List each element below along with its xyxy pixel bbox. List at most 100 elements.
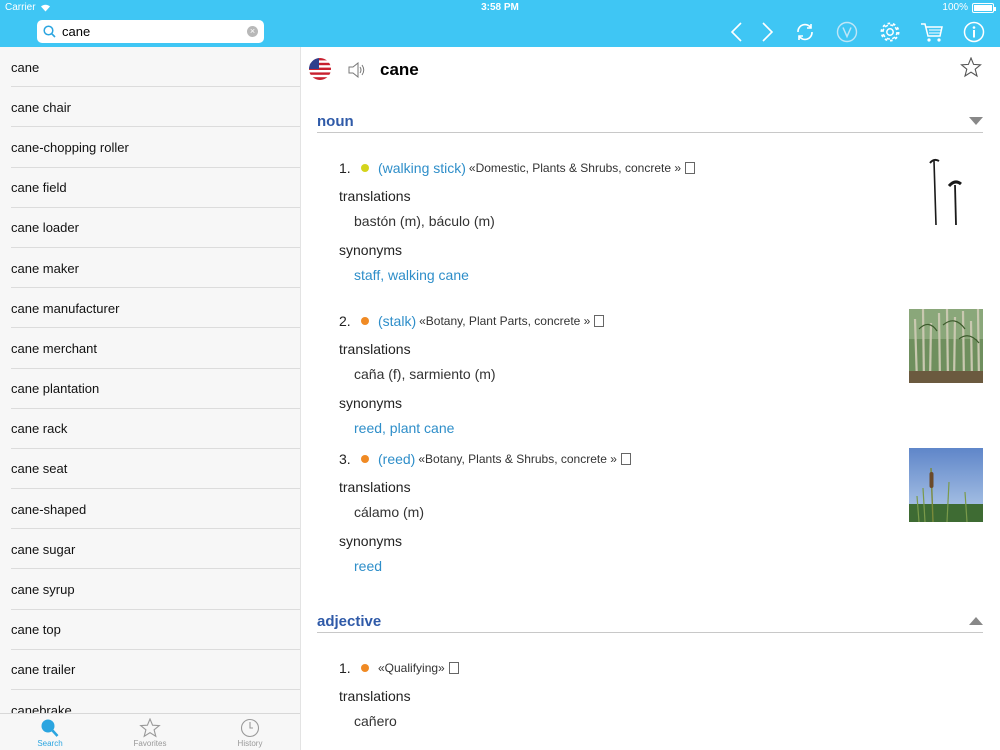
translations-label: translations <box>339 688 411 704</box>
headword: cane <box>380 60 419 79</box>
speaker-icon <box>348 61 365 79</box>
star-icon <box>960 56 982 78</box>
tab-label: Favorites <box>133 739 167 748</box>
favorite-button[interactable] <box>960 56 982 83</box>
synonyms-label: synonyms <box>339 533 403 549</box>
word-list-item[interactable]: cane loader <box>0 208 300 249</box>
battery-icon <box>972 2 996 13</box>
translations-label: translations <box>339 188 411 204</box>
tab-label: Search <box>37 739 63 748</box>
status-bar: Carrier 3:58 PM 100% <box>0 0 1000 16</box>
sense-noun-2: 2. (stalk) «Botany, Plant Parts, concret… <box>339 311 899 440</box>
settings-button[interactable] <box>878 20 902 44</box>
sense-dot <box>361 664 369 672</box>
chevron-right-icon <box>762 22 774 42</box>
word-list-item[interactable]: cane trailer <box>0 650 300 691</box>
verbs-button[interactable] <box>835 20 859 44</box>
tab-search[interactable]: Search <box>0 714 100 750</box>
tab-bar: Search Favorites History <box>0 713 300 750</box>
clear-search-icon[interactable]: × <box>247 26 258 37</box>
sense-noun-1: 1. (walking stick) «Domestic, Plants & S… <box>339 158 899 287</box>
sense-dot <box>361 455 369 463</box>
word-list-item[interactable]: cane-chopping roller <box>0 127 300 168</box>
translations-value: caña (f), sarmiento (m) <box>354 366 496 382</box>
word-list-item[interactable]: canebrake <box>0 690 300 713</box>
sense-number: 3. <box>339 451 351 467</box>
sense-domain: «Domestic, Plants & Shrubs, concrete » <box>468 161 682 175</box>
us-flag-icon[interactable] <box>309 58 331 80</box>
sense-domain: «Botany, Plant Parts, concrete » <box>419 314 591 328</box>
pos-label: adjective <box>317 613 382 630</box>
checkbox-icon[interactable] <box>685 162 696 174</box>
synonyms-link[interactable]: reed, plant cane <box>339 420 899 440</box>
v-icon <box>836 21 858 43</box>
sense-gloss[interactable]: (walking stick) <box>378 160 466 176</box>
forward-button[interactable] <box>756 20 780 44</box>
word-list-item[interactable]: cane chair <box>0 87 300 128</box>
info-icon <box>963 21 985 43</box>
entry-pane: cane noun 1. (walking stick) «Domestic, … <box>301 47 1000 750</box>
walking-stick-image <box>909 155 983 229</box>
pos-label: noun <box>317 113 354 130</box>
word-list-item[interactable]: cane <box>0 47 300 88</box>
pos-header-adjective[interactable]: adjective <box>317 611 983 633</box>
checkbox-icon[interactable] <box>620 453 631 465</box>
tab-favorites[interactable]: Favorites <box>100 714 200 750</box>
word-list-item[interactable]: cane merchant <box>0 328 300 369</box>
synonyms-link[interactable]: staff, walking cane <box>339 267 899 287</box>
top-toolbar: × <box>0 16 1000 47</box>
sync-button[interactable] <box>793 20 817 44</box>
search-box[interactable]: × <box>37 20 264 43</box>
battery-percent: 100% <box>942 2 968 13</box>
sense-dot <box>361 164 369 172</box>
sense-noun-3: 3. (reed) «Botany, Plants & Shrubs, conc… <box>339 449 899 578</box>
reed-image <box>909 448 983 522</box>
chevron-left-icon <box>730 22 742 42</box>
word-list-item[interactable]: cane plantation <box>0 369 300 409</box>
tab-label: History <box>237 739 263 748</box>
translations-value: cálamo (m) <box>354 504 425 520</box>
word-list-item[interactable]: cane syrup <box>0 569 300 610</box>
sense-number: 1. <box>339 160 351 176</box>
translations-value: bastón (m), báculo (m) <box>354 213 495 229</box>
sense-adjective-1: 1. «Qualifying» translations cañero <box>339 658 899 733</box>
synonyms-label: synonyms <box>339 242 403 258</box>
sense-domain: «Qualifying» <box>378 661 445 675</box>
sense-gloss[interactable]: (reed) <box>378 451 415 467</box>
translations-value: cañero <box>354 713 397 729</box>
synonyms-label: synonyms <box>339 395 403 411</box>
search-icon <box>43 25 56 38</box>
sense-number: 1. <box>339 660 351 676</box>
refresh-icon <box>797 23 813 41</box>
tab-history[interactable]: History <box>200 714 300 750</box>
word-list: cane cane chair cane-chopping roller cane f… <box>0 47 300 713</box>
info-button[interactable] <box>962 20 986 44</box>
translations-label: translations <box>339 341 411 357</box>
word-list-item[interactable]: cane manufacturer <box>0 288 300 329</box>
pos-header-noun[interactable]: noun <box>317 111 983 133</box>
word-list-item[interactable]: cane field <box>0 168 300 208</box>
pronounce-button[interactable] <box>348 61 366 83</box>
checkbox-icon[interactable] <box>594 315 605 327</box>
battery-indicator: 100% <box>942 2 996 13</box>
sense-number: 2. <box>339 313 351 329</box>
word-list-item[interactable]: cane-shaped <box>0 489 300 530</box>
search-input[interactable] <box>62 24 242 39</box>
word-list-item[interactable]: cane sugar <box>0 529 300 570</box>
clock-icon <box>240 718 260 738</box>
store-button[interactable] <box>920 20 944 44</box>
back-button[interactable] <box>724 20 748 44</box>
gear-icon <box>880 22 900 42</box>
expand-icon <box>969 617 983 625</box>
word-list-item[interactable]: cane maker <box>0 248 300 289</box>
star-icon <box>139 718 161 738</box>
status-time: 3:58 PM <box>481 2 519 13</box>
sense-gloss[interactable]: (stalk) <box>378 313 416 329</box>
word-list-item[interactable]: cane rack <box>0 409 300 450</box>
search-icon <box>41 719 59 737</box>
checkbox-icon[interactable] <box>448 662 459 674</box>
word-list-item[interactable]: cane seat <box>0 449 300 490</box>
sense-domain: «Botany, Plants & Shrubs, concrete » <box>418 452 617 466</box>
synonyms-link[interactable]: reed <box>339 558 899 578</box>
word-list-item[interactable]: cane top <box>0 610 300 651</box>
